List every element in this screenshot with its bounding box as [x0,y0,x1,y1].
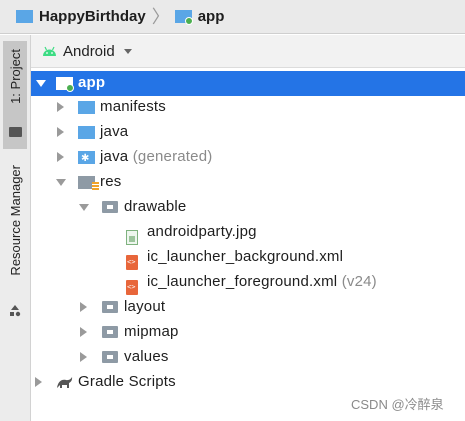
tree-item-androidparty[interactable]: androidparty.jpg [31,220,465,245]
folder-icon [78,101,95,114]
tree-item-java[interactable]: java [31,120,465,145]
project-view-header: Android [31,35,465,68]
tree-item-label: layout [124,298,166,315]
tree-item-values[interactable]: values [31,345,465,370]
resource-manager-icon [10,305,21,317]
tree-item-manifests[interactable]: manifests [31,95,465,120]
tree-item-res[interactable]: res [31,170,465,195]
tree-item-label: manifests [100,98,166,115]
tree-item-label: ic_launcher_foreground.xml (v24) [147,273,377,290]
folder-icon [9,127,22,137]
tree-item-drawable[interactable]: drawable [31,195,465,220]
tree-item-mipmap[interactable]: mipmap [31,320,465,345]
expand-arrow-icon[interactable] [35,377,42,387]
collapse-arrow-icon[interactable] [79,204,89,211]
expand-arrow-icon[interactable] [80,352,87,362]
resources-folder-icon [78,176,99,190]
project-folder-icon [16,10,33,23]
tree-item-label: Gradle Scripts [78,373,176,390]
expand-arrow-icon[interactable] [80,302,87,312]
xml-file-icon [126,255,138,270]
project-tree: app manifests java ✱ java (generated) re… [31,69,465,421]
tree-item-label: values [124,348,169,365]
collapse-arrow-icon[interactable] [36,80,46,87]
tree-item-label: java [100,123,129,140]
expand-arrow-icon[interactable] [80,327,87,337]
tree-item-label: res [100,173,122,190]
xml-file-icon [126,280,138,295]
tree-item-app[interactable]: app [31,71,465,96]
expand-arrow-icon[interactable] [57,152,64,162]
tree-item-label: drawable [124,198,187,215]
tree-item-ic-launcher-foreground[interactable]: ic_launcher_foreground.xml (v24) [31,270,465,295]
breadcrumb: HappyBirthday 〉 app [0,0,465,34]
tree-item-label: app [78,74,106,91]
view-mode-dropdown[interactable]: Android [63,43,115,60]
watermark: CSDN @冷醉泉 [351,397,444,412]
project-tab-label: 1: Project [8,49,23,104]
folder-icon [102,326,118,338]
module-folder-icon [174,10,193,25]
tree-item-label: mipmap [124,323,179,340]
chevron-down-icon[interactable] [123,48,132,54]
project-tool-tab[interactable]: 1: Project [3,41,27,149]
folder-icon [102,301,118,313]
collapse-arrow-icon[interactable] [56,179,66,186]
tree-item-label: ic_launcher_background.xml [147,248,344,265]
folder-icon [78,126,95,139]
breadcrumb-module[interactable]: app [198,8,225,25]
tree-item-label: androidparty.jpg [147,223,257,240]
left-tool-strip: 1: Project Resource Manager [0,35,31,421]
image-file-icon [126,230,138,245]
tree-item-layout[interactable]: layout [31,295,465,320]
folder-icon [102,351,118,363]
tree-item-java-generated[interactable]: ✱ java (generated) [31,145,465,170]
chevron-right-icon: 〉 [151,6,170,27]
expand-arrow-icon[interactable] [57,102,64,112]
breadcrumb-project[interactable]: HappyBirthday [39,8,146,25]
android-icon [43,46,56,56]
gradle-icon [57,377,73,388]
resource-manager-tab[interactable]: Resource Manager [8,165,23,276]
module-folder-icon [56,77,74,92]
generated-folder-icon: ✱ [78,151,95,164]
tree-item-ic-launcher-background[interactable]: ic_launcher_background.xml [31,245,465,270]
folder-icon [102,201,118,213]
tree-item-gradle-scripts[interactable]: Gradle Scripts [31,370,465,395]
tree-item-label: java (generated) [100,148,213,165]
expand-arrow-icon[interactable] [57,127,64,137]
